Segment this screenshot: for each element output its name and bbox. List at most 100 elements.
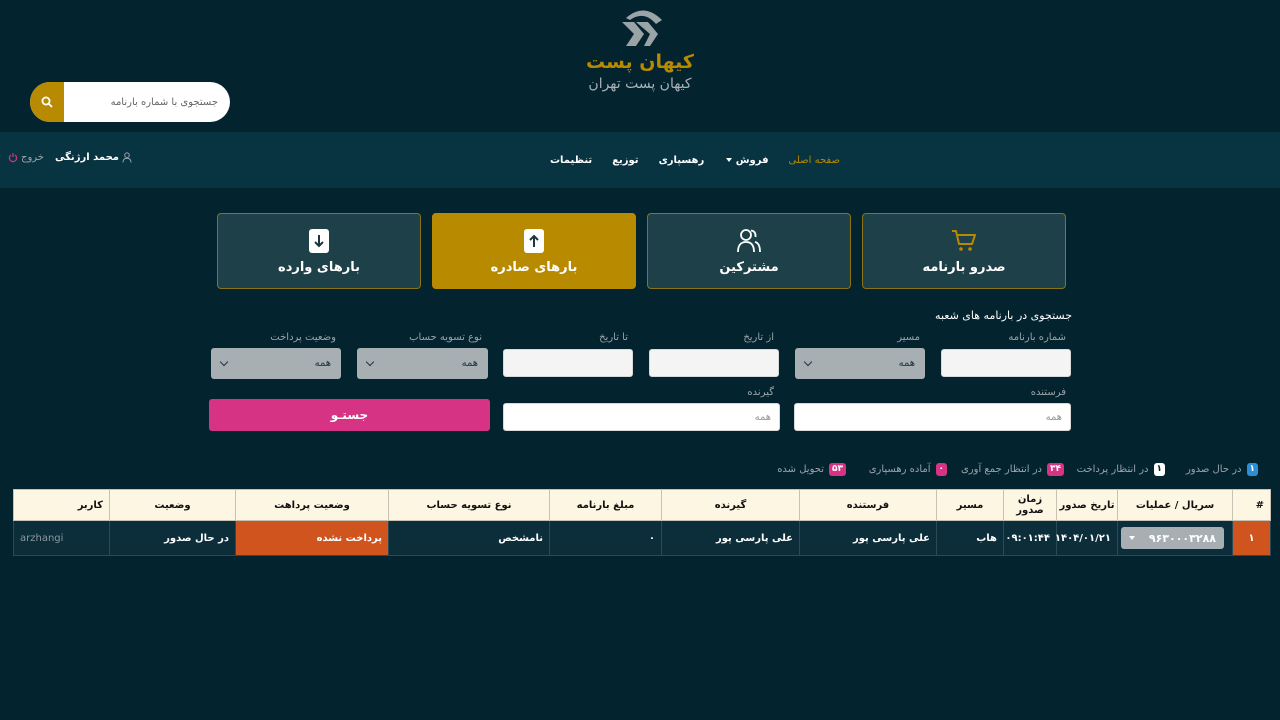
kayhan-logo-icon: [622, 10, 662, 46]
col-index: #: [1232, 489, 1271, 521]
payment-select[interactable]: همه: [211, 348, 341, 379]
logout-label: خروج: [21, 152, 44, 163]
navbar: خروج محمد ارژنگی صفحه اصلی فروش رهسپاری …: [0, 132, 1280, 188]
serial-actions-dropdown[interactable]: ۹۶۳۰۰۰۳۲۸۸: [1121, 527, 1224, 549]
col-serial: سریال / عملیات: [1117, 489, 1233, 521]
row-status: در حال صدور: [109, 520, 236, 556]
row-sender: علی پارسی پور: [799, 520, 937, 556]
legend-delivered: ۵۳ تحویل شده: [777, 463, 846, 476]
nav-distribution[interactable]: توزیع: [612, 155, 638, 166]
nav-home[interactable]: صفحه اصلی: [789, 155, 840, 166]
waybill-label: شماره بارنامه: [1008, 332, 1066, 343]
power-icon: [8, 153, 18, 163]
waybill-table: # سریال / عملیات تاریخ صدور زمان صدور مس…: [13, 489, 1271, 556]
tile-subscribers[interactable]: مشترکین: [647, 213, 851, 289]
tile-label: بارهای وارده: [278, 259, 360, 275]
logout-link[interactable]: خروج: [8, 152, 44, 163]
arrow-down-icon: [309, 228, 329, 253]
from-date-field[interactable]: [649, 349, 779, 377]
nav-dispatch[interactable]: رهسپاری: [659, 155, 705, 166]
legend-awaiting-payment: ۱ در انتظار پرداخت: [1077, 463, 1165, 476]
nav-settings[interactable]: تنظیمات: [550, 155, 592, 166]
col-receiver: گیرنده: [661, 489, 800, 521]
search-submit-button[interactable]: جستـو: [209, 399, 490, 431]
route-label: مسیر: [897, 332, 920, 343]
row-receiver: علی پارسی پور: [661, 520, 800, 556]
route-select[interactable]: همه: [795, 348, 925, 379]
nav-sales[interactable]: فروش: [724, 154, 769, 166]
col-status: وضعیت: [109, 489, 236, 521]
route-value: همه: [898, 358, 915, 369]
legend-badge: ۰: [935, 463, 947, 476]
col-user: کاربر: [13, 489, 110, 521]
user-icon: [122, 152, 132, 163]
serial-number: ۹۶۳۰۰۰۳۲۸۸: [1148, 531, 1216, 545]
legend-label: در حال صدور: [1185, 464, 1242, 475]
to-date-label: تا تاریخ: [599, 332, 628, 343]
chevron-down-icon: [365, 357, 375, 367]
legend-badge: ۵۳: [829, 463, 846, 476]
chevron-down-icon: [803, 357, 813, 367]
arrow-up-icon: [524, 228, 544, 253]
user-menu[interactable]: محمد ارژنگی: [55, 152, 132, 163]
row-amount: ۰: [549, 520, 662, 556]
brand-logo[interactable]: کیهان پست کیهان پست تهران: [560, 6, 720, 94]
waybill-search: [30, 82, 230, 122]
col-time: زمان صدور: [1003, 489, 1057, 521]
brand-subtitle: کیهان پست تهران: [588, 76, 692, 92]
legend-badge: ۳۴: [1047, 463, 1064, 476]
row-date: ۱۴۰۴/۰۱/۲۱: [1055, 520, 1118, 556]
col-sender: فرستنده: [799, 489, 937, 521]
cart-icon: [952, 229, 976, 251]
tile-label: صدرو بارنامه: [922, 259, 1006, 275]
payment-value: همه: [314, 358, 331, 369]
legend-badge: ۱: [1153, 463, 1165, 476]
tile-issue-waybill[interactable]: صدرو بارنامه: [862, 213, 1066, 289]
payment-label: وضعیت پرداخت: [270, 332, 336, 343]
waybill-field[interactable]: [941, 349, 1071, 377]
row-user: arzhangi: [13, 520, 110, 556]
brand-name: کیهان پست: [586, 51, 694, 73]
tile-incoming[interactable]: بارهای وارده: [217, 213, 421, 289]
row-payment-status: پرداخت نشده: [235, 520, 389, 556]
legend-awaiting-collection: ۳۴ در انتظار جمع آوری: [961, 463, 1064, 476]
search-button[interactable]: [30, 82, 64, 122]
legend-label: تحویل شده: [777, 464, 824, 475]
col-amount: مبلغ بارنامه: [549, 489, 662, 521]
row-index: ۱: [1232, 520, 1271, 556]
receiver-label: گیرنده: [747, 387, 774, 398]
receiver-field[interactable]: همه: [503, 403, 780, 431]
to-date-field[interactable]: [503, 349, 633, 377]
sender-field[interactable]: همه: [794, 403, 1071, 431]
chevron-down-icon: [726, 157, 733, 162]
legend-badge: ۱: [1246, 463, 1258, 476]
legend-ready-dispatch: ۰ آماده رهسپاری: [869, 463, 947, 476]
table-row: ۱ ۹۶۳۰۰۰۳۲۸۸ ۱۴۰۴/۰۱/۲۱ ۰۹:۰۱:۴۴ هاب علی…: [13, 520, 1271, 556]
search-input[interactable]: [64, 82, 230, 122]
row-route: هاب: [936, 520, 1004, 556]
settlement-select[interactable]: همه: [357, 348, 488, 379]
tile-label: مشترکین: [719, 259, 779, 275]
legend-issuing: ۱ در حال صدور: [1186, 463, 1258, 476]
form-title: جستجوی در بارنامه های شعبه: [935, 309, 1072, 322]
user-name: محمد ارژنگی: [55, 152, 119, 163]
tile-label: بارهای صادره: [490, 259, 578, 275]
users-icon: [737, 228, 761, 252]
table-header-row: # سریال / عملیات تاریخ صدور زمان صدور مس…: [13, 489, 1271, 521]
row-serial-cell: ۹۶۳۰۰۰۳۲۸۸: [1117, 520, 1233, 556]
tile-outgoing[interactable]: بارهای صادره: [432, 213, 636, 289]
legend-label: در انتظار پرداخت: [1076, 464, 1149, 475]
from-date-label: از تاریخ: [743, 332, 774, 343]
search-icon: [41, 96, 53, 108]
col-payment: وضعیت پرداهت: [235, 489, 389, 521]
chevron-down-icon: [1129, 536, 1135, 540]
nav-sales-label: فروش: [735, 154, 769, 166]
legend-label: آماده رهسپاری: [868, 464, 931, 475]
col-date: تاریخ صدور: [1056, 489, 1118, 521]
settlement-label: نوع تسویه حساب: [409, 332, 482, 343]
row-settlement: نامشخص: [388, 520, 550, 556]
chevron-down-icon: [219, 357, 229, 367]
col-route: مسیر: [936, 489, 1004, 521]
nav-links: صفحه اصلی فروش رهسپاری توزیع تنظیمات: [540, 132, 850, 188]
legend-label: در انتظار جمع آوری: [960, 464, 1042, 475]
